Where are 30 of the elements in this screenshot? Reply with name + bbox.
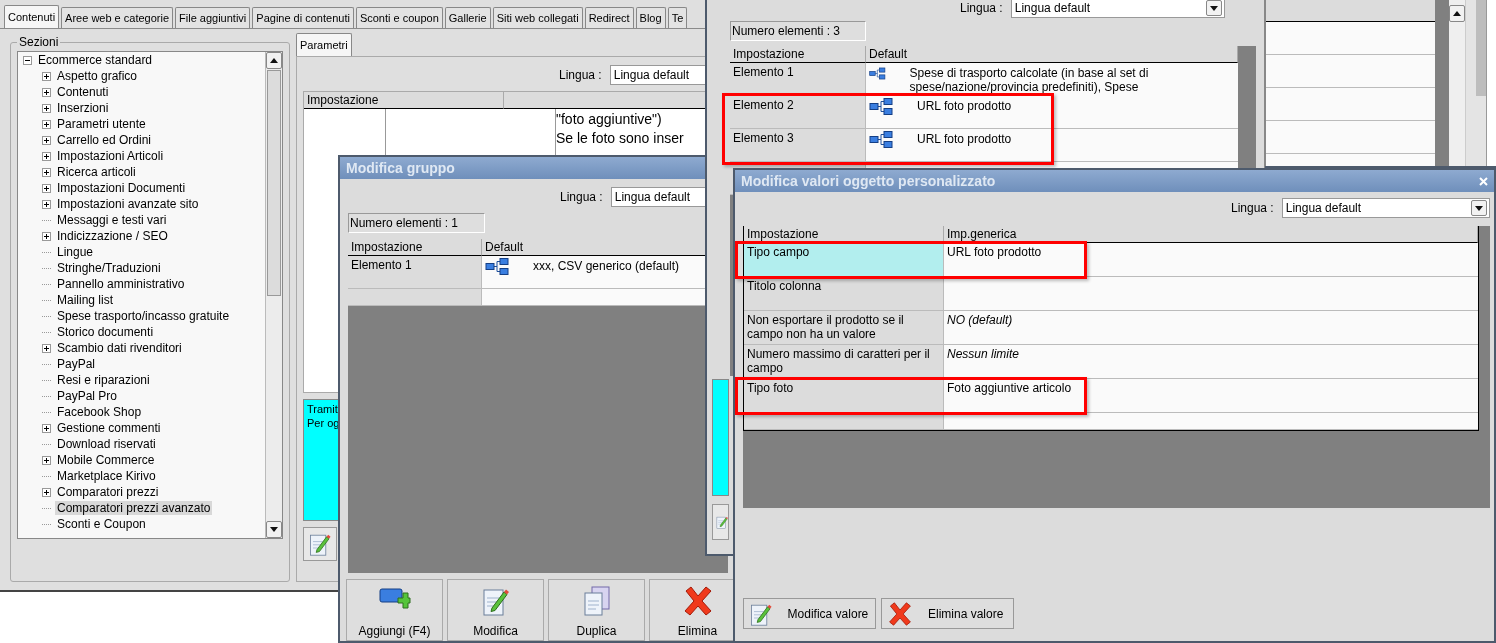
language-label: Lingua :: [559, 68, 602, 82]
window-title: Modifica gruppo: [346, 160, 455, 176]
table-cell: Foto aggiuntive articolo: [944, 379, 1478, 412]
table-cell-text: xxx, CSV generico (default): [532, 258, 680, 273]
table-cell-text: URL foto prodotto: [916, 131, 1012, 146]
table-cell: URL foto prodotto: [944, 243, 1478, 276]
language-label: Lingua :: [960, 1, 1003, 15]
table-cell-text: URL foto prodotto: [916, 98, 1012, 113]
info-text: Tramit: [307, 402, 338, 416]
description-text: Se le foto sono inser: [556, 129, 684, 147]
table-cell: Elemento 1: [348, 256, 482, 288]
table-cell: Non esportare il prodotto se il campo non ha un valore: [744, 311, 944, 344]
column-header: Impostazione: [304, 92, 504, 109]
table-cell: Titolo colonna: [744, 277, 944, 310]
table-cell: Elemento 3: [730, 129, 866, 161]
description-text: "foto aggiuntive"): [556, 110, 662, 128]
language-label: Lingua :: [1231, 201, 1274, 215]
table-cell: Nessun limite: [944, 345, 1478, 378]
element-count: Numero elementi : 3: [730, 21, 866, 41]
table-cell: NO (default): [944, 311, 1478, 344]
table-cell: Tipo campo: [744, 243, 944, 276]
language-label: Lingua :: [560, 190, 603, 204]
element-count: Numero elementi : 1: [348, 213, 485, 233]
column-header: Impostazione: [744, 226, 944, 243]
table-cell: Tipo foto: [744, 379, 944, 412]
table-cell: Elemento 2: [730, 96, 866, 128]
table-cell-text: Spese di trasporto calcolate (in base al set di spese/nazione/provincia predefiniti), Spese: [908, 65, 1150, 94]
table-cell: Numero massimo di caratteri per il campo: [744, 345, 944, 378]
window-title: Modifica valori oggetto personalizzato: [741, 173, 996, 189]
panel-title: Sezioni: [18, 35, 60, 49]
